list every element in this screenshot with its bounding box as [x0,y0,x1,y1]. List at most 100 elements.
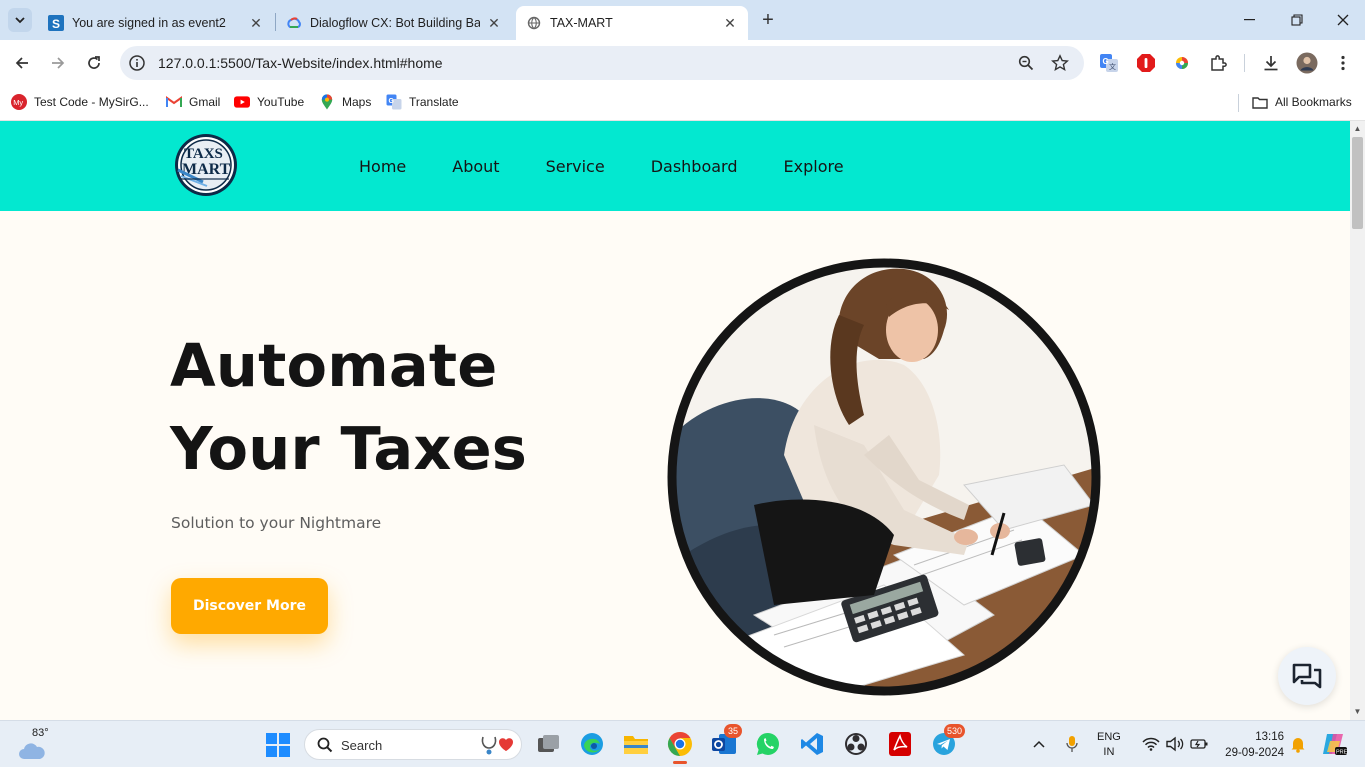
obs-app[interactable] [842,730,870,758]
acrobat-app[interactable] [886,730,914,758]
tab-signed-in[interactable]: S You are signed in as event2 ✕ [38,6,274,40]
whatsapp-app[interactable] [754,730,782,758]
site-info-icon[interactable] [128,54,146,72]
google-translate-extension[interactable]: G文 [1098,52,1120,74]
chat-widget-button[interactable] [1278,647,1336,705]
tab-title: TAX-MART [550,16,613,30]
chevron-up-icon [1033,740,1045,748]
restore-button[interactable] [1285,8,1309,32]
bookmark-youtube[interactable]: YouTube [234,92,304,112]
minimize-button[interactable] [1238,8,1262,32]
close-tab-icon[interactable]: ✕ [486,15,502,31]
telegram-app[interactable]: 530 [930,724,966,758]
chevron-down-icon [15,17,25,24]
search-label: Search [341,738,383,753]
language-code: ENG [1097,731,1121,743]
browser-tab-strip: S You are signed in as event2 ✕ Dialogfl… [0,0,1365,40]
chrome-menu-button[interactable] [1332,52,1354,74]
back-button[interactable] [9,50,35,76]
vscode-icon [801,733,823,755]
scroll-down-icon[interactable]: ▼ [1353,707,1362,716]
input-language[interactable]: ENG IN [1097,730,1121,760]
tab-title: Dialogflow CX: Bot Building Bas [310,16,480,30]
svg-text:G: G [1103,57,1109,66]
nav-about-link[interactable]: About [452,157,499,176]
weather-temp: 83° [32,727,49,739]
zoom-icon[interactable] [1018,55,1034,71]
bookmark-label: Maps [342,95,372,109]
weather-widget[interactable]: 83° [16,727,52,763]
discover-more-button[interactable]: Discover More [171,578,328,634]
nav-explore-link[interactable]: Explore [784,157,844,176]
notifications-button[interactable] [1286,730,1310,758]
scroll-up-icon[interactable]: ▲ [1353,124,1362,133]
taxmart-logo[interactable]: TAXS MART [173,132,239,198]
chrome-app[interactable] [666,730,694,764]
all-bookmarks-label: All Bookmarks [1275,95,1352,109]
page-scrollbar[interactable]: ▲ ▼ [1350,121,1365,720]
hero-subtitle: Solution to your Nightmare [171,514,382,532]
clock-date: 29-09-2024 [1225,747,1284,759]
wifi-icon [1142,737,1160,751]
outlook-app[interactable]: 35 [710,724,742,758]
close-tab-icon[interactable]: ✕ [722,15,738,31]
tab-search-button[interactable] [8,8,32,32]
download-icon [1264,56,1278,71]
task-view-app[interactable] [535,730,563,758]
hero-title-line-1: Automate [170,331,498,400]
copilot-button[interactable]: PRE [1320,730,1348,758]
translate-icon: G [386,94,402,110]
new-tab-button[interactable]: + [756,8,780,32]
bookmark-gmail[interactable]: Gmail [166,92,220,112]
task-view-icon [538,735,559,752]
microphone-icon [1066,736,1078,752]
tray-overflow-button[interactable] [1027,730,1051,758]
translate-icon: G文 [1100,54,1118,72]
close-icon [1337,14,1349,26]
reload-button[interactable] [81,50,107,76]
bookmark-mysirg[interactable]: My Test Code - MySirG... [11,92,149,112]
close-tab-icon[interactable]: ✕ [248,15,264,31]
volume-icon [1166,736,1184,752]
hero-title: Automate Your Taxes [170,324,527,490]
taskbar-search[interactable]: Search [304,729,522,760]
file-explorer-app[interactable] [622,730,650,758]
folder-icon [1252,94,1268,110]
start-button[interactable] [266,733,290,757]
system-clock[interactable]: 13:16 29-09-2024 [1218,729,1284,761]
folder-icon [624,736,648,754]
downloads-button[interactable] [1260,52,1282,74]
all-bookmarks-button[interactable]: All Bookmarks [1252,92,1352,112]
bookmark-maps[interactable]: Maps [319,92,371,112]
clock-time: 13:16 [1255,731,1284,743]
bookmark-star-icon[interactable] [1051,54,1069,72]
color-extension[interactable] [1171,52,1193,74]
address-bar[interactable]: 127.0.0.1:5500/Tax-Website/index.html#ho… [120,46,1084,80]
forward-button[interactable] [45,50,71,76]
vscode-app[interactable] [798,730,826,758]
browser-toolbar: 127.0.0.1:5500/Tax-Website/index.html#ho… [0,40,1365,85]
edge-app[interactable] [578,730,606,758]
color-wheel-icon [1176,57,1188,69]
microphone-tray[interactable] [1060,730,1084,758]
profile-avatar[interactable] [1296,52,1318,74]
svg-text:文: 文 [1109,62,1116,71]
adblock-extension[interactable] [1135,52,1157,74]
nav-home-link[interactable]: Home [359,157,406,176]
bookmark-label: Gmail [189,95,221,109]
tab-title: You are signed in as event2 [72,16,226,30]
bell-icon [1291,738,1305,753]
whatsapp-icon [756,732,779,755]
tab-tax-mart[interactable]: TAX-MART ✕ [516,6,748,40]
extensions-button[interactable] [1207,52,1229,74]
adblock-icon [1137,54,1155,72]
telegram-badge: 530 [944,724,966,738]
close-window-button[interactable] [1331,8,1355,32]
quick-settings[interactable] [1135,730,1215,758]
scrollbar-thumb[interactable] [1352,137,1363,229]
obs-icon [845,733,867,755]
tab-dialogflow[interactable]: Dialogflow CX: Bot Building Bas ✕ [276,6,512,40]
nav-service-link[interactable]: Service [546,157,605,176]
bookmark-translate[interactable]: G Translate [386,92,459,112]
nav-dashboard-link[interactable]: Dashboard [651,157,738,176]
